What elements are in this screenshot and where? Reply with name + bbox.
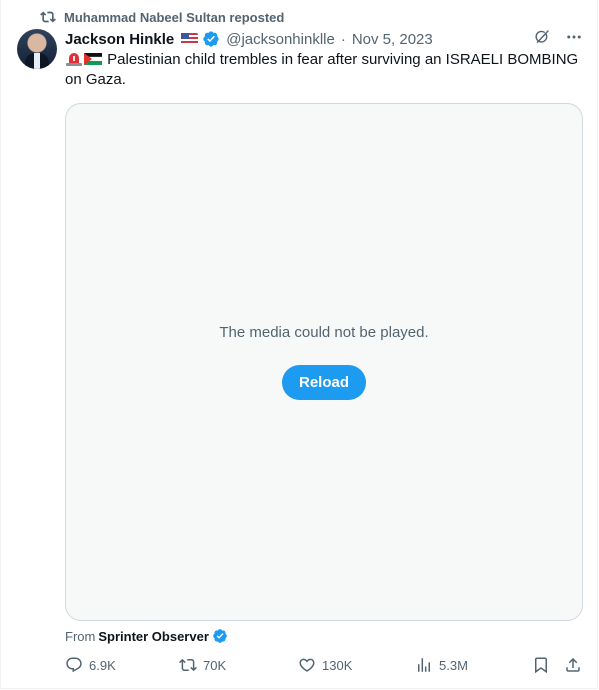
reply-count: 6.9K — [89, 657, 116, 673]
tweet-body: Palestinian child trembles in fear after… — [65, 51, 579, 88]
share-icon — [566, 657, 580, 672]
tweet-header: Jackson Hinkle @jacksonhinklle · Nov 5, … — [65, 28, 433, 50]
reload-button[interactable]: Reload — [282, 365, 366, 400]
tweet-text: Palestinian child trembles in fear after… — [65, 50, 585, 90]
repost-label: Muhammad Nabeel Sultan reposted — [64, 9, 285, 25]
repost-count: 70K — [203, 657, 227, 673]
reply-icon — [66, 657, 82, 673]
source-verified-badge-icon — [213, 629, 227, 643]
palestine-flag-emoji-icon — [84, 53, 102, 65]
heart-icon — [299, 658, 315, 672]
siren-emoji-icon — [66, 53, 82, 66]
grok-icon[interactable] — [533, 28, 551, 46]
tweet-date[interactable]: Nov 5, 2023 — [352, 31, 433, 48]
author-name[interactable]: Jackson Hinkle — [65, 31, 174, 48]
tweet-top-actions — [533, 28, 583, 46]
author-handle[interactable]: @jacksonhinklle — [226, 31, 335, 48]
bookmark-icon — [535, 657, 547, 674]
us-flag-icon — [181, 33, 199, 45]
meta-separator: · — [340, 30, 346, 48]
reply-button[interactable]: 6.9K — [65, 656, 116, 674]
tweet-actions-bar: 6.9K 70K 130K 5.3M — [65, 656, 587, 678]
repost-icon — [179, 658, 197, 672]
views-button[interactable]: 5.3M — [415, 656, 468, 674]
source-prefix: From — [65, 628, 96, 644]
repost-indicator[interactable]: Muhammad Nabeel Sultan reposted — [40, 8, 284, 26]
share-button[interactable] — [564, 656, 582, 674]
avatar[interactable] — [17, 29, 57, 69]
media-error-message: The media could not be played. — [219, 324, 429, 341]
repost-button[interactable]: 70K — [179, 656, 226, 674]
repost-icon — [40, 11, 56, 23]
source-name[interactable]: Sprinter Observer — [98, 629, 209, 644]
bookmark-button[interactable] — [532, 656, 550, 674]
like-button[interactable]: 130K — [298, 656, 352, 674]
media-source: From Sprinter Observer — [65, 628, 228, 644]
views-chart-icon — [418, 658, 430, 672]
views-count: 5.3M — [439, 657, 468, 673]
more-options-icon[interactable] — [565, 28, 583, 46]
like-count: 130K — [322, 657, 353, 673]
media-container[interactable]: The media could not be played. Reload — [65, 103, 583, 621]
verified-badge-icon[interactable] — [202, 30, 220, 48]
